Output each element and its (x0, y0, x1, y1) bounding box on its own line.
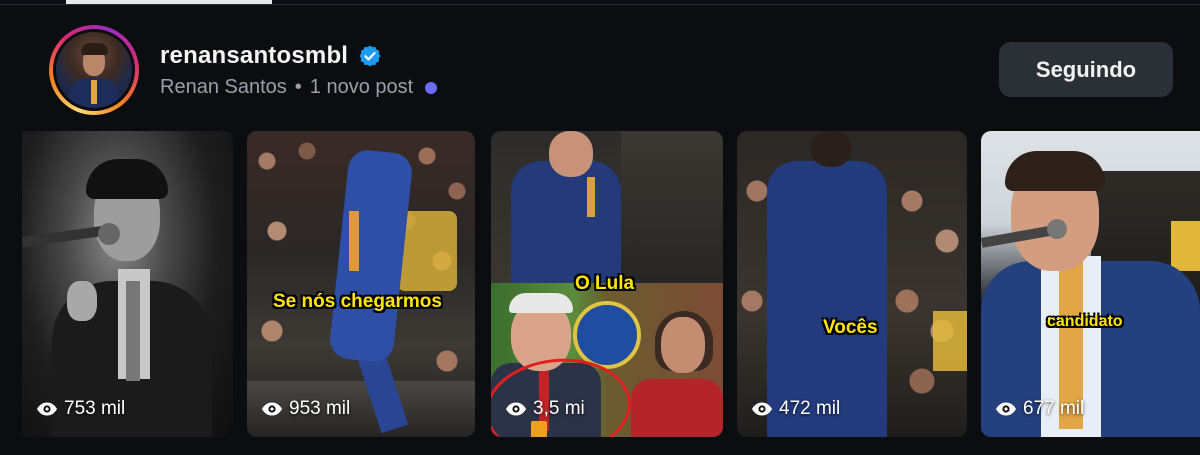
thumbnail-face (661, 317, 705, 373)
eye-icon (996, 402, 1016, 416)
following-button[interactable]: Seguindo (999, 42, 1173, 97)
new-posts-label: 1 novo post (309, 76, 414, 98)
avatar (56, 32, 132, 108)
reel-card-2[interactable]: Se nós chegarmos 953 mil (247, 131, 475, 437)
view-count: 677 mil (995, 398, 1084, 420)
video-caption: O Lula (575, 273, 635, 294)
username-line: renansantosmbl (160, 42, 382, 70)
avatar-hair (81, 43, 108, 55)
view-count-text: 953 mil (289, 398, 351, 419)
profile-header: renansantosmbl Renan Santos • 1 novo pos… (0, 0, 1200, 130)
eye-icon (262, 402, 282, 416)
verified-badge-icon (359, 45, 381, 67)
thumbnail-face (549, 131, 593, 177)
thumbnail-hair (86, 159, 168, 199)
view-count-text: 3,5 mi (533, 398, 585, 419)
profile-subline: Renan Santos • 1 novo post (160, 76, 438, 99)
username[interactable]: renansantosmbl (160, 42, 348, 70)
avatar-tie (91, 80, 97, 104)
video-caption: Se nós chegarmos (273, 291, 442, 312)
flag-emblem (573, 301, 641, 369)
view-count-text: 472 mil (779, 398, 841, 419)
new-post-indicator (425, 81, 438, 94)
thumbnail-suit (767, 161, 887, 437)
view-count-text: 753 mil (64, 398, 126, 419)
microphone (1047, 219, 1067, 239)
reel-card-5[interactable]: candidato 677 mil (981, 131, 1200, 437)
thumbnail-yellow-shirt (933, 311, 967, 371)
video-caption: Vocês (823, 317, 878, 338)
thumbnail-tie (587, 177, 595, 217)
thumbnail-head (811, 131, 851, 167)
thumbnail-hair (509, 293, 573, 313)
view-count-text: 677 mil (1023, 398, 1085, 419)
thumbnail-tie (349, 211, 359, 271)
view-count: 753 mil (36, 398, 125, 420)
eye-icon (752, 402, 772, 416)
thumbnail-hand (67, 281, 97, 321)
view-count: 953 mil (261, 398, 350, 420)
display-name: Renan Santos (160, 76, 287, 98)
view-count: 3,5 mi (505, 398, 585, 420)
thumbnail-top-frame (491, 131, 723, 291)
thumbnail-hair (1005, 151, 1105, 191)
thumbnail-red-blazer (631, 379, 723, 437)
eye-icon (37, 402, 57, 416)
thumbnail-tie (126, 281, 140, 381)
microphone (98, 223, 120, 245)
reel-card-3[interactable]: O Lula 3,5 mi (491, 131, 723, 437)
reel-card-1[interactable]: 753 mil (22, 131, 233, 437)
thumbnail-yellow-shirt (1171, 221, 1200, 271)
eye-icon (506, 402, 526, 416)
view-count: 472 mil (751, 398, 840, 420)
story-avatar[interactable] (49, 25, 139, 115)
avatar-border (53, 29, 135, 111)
reel-card-4[interactable]: Vocês 472 mil (737, 131, 967, 437)
thumbnail-suit (511, 161, 621, 291)
separator-dot: • (294, 76, 302, 98)
video-caption: candidato (1047, 313, 1123, 330)
thumbnail-crowd (621, 131, 723, 283)
